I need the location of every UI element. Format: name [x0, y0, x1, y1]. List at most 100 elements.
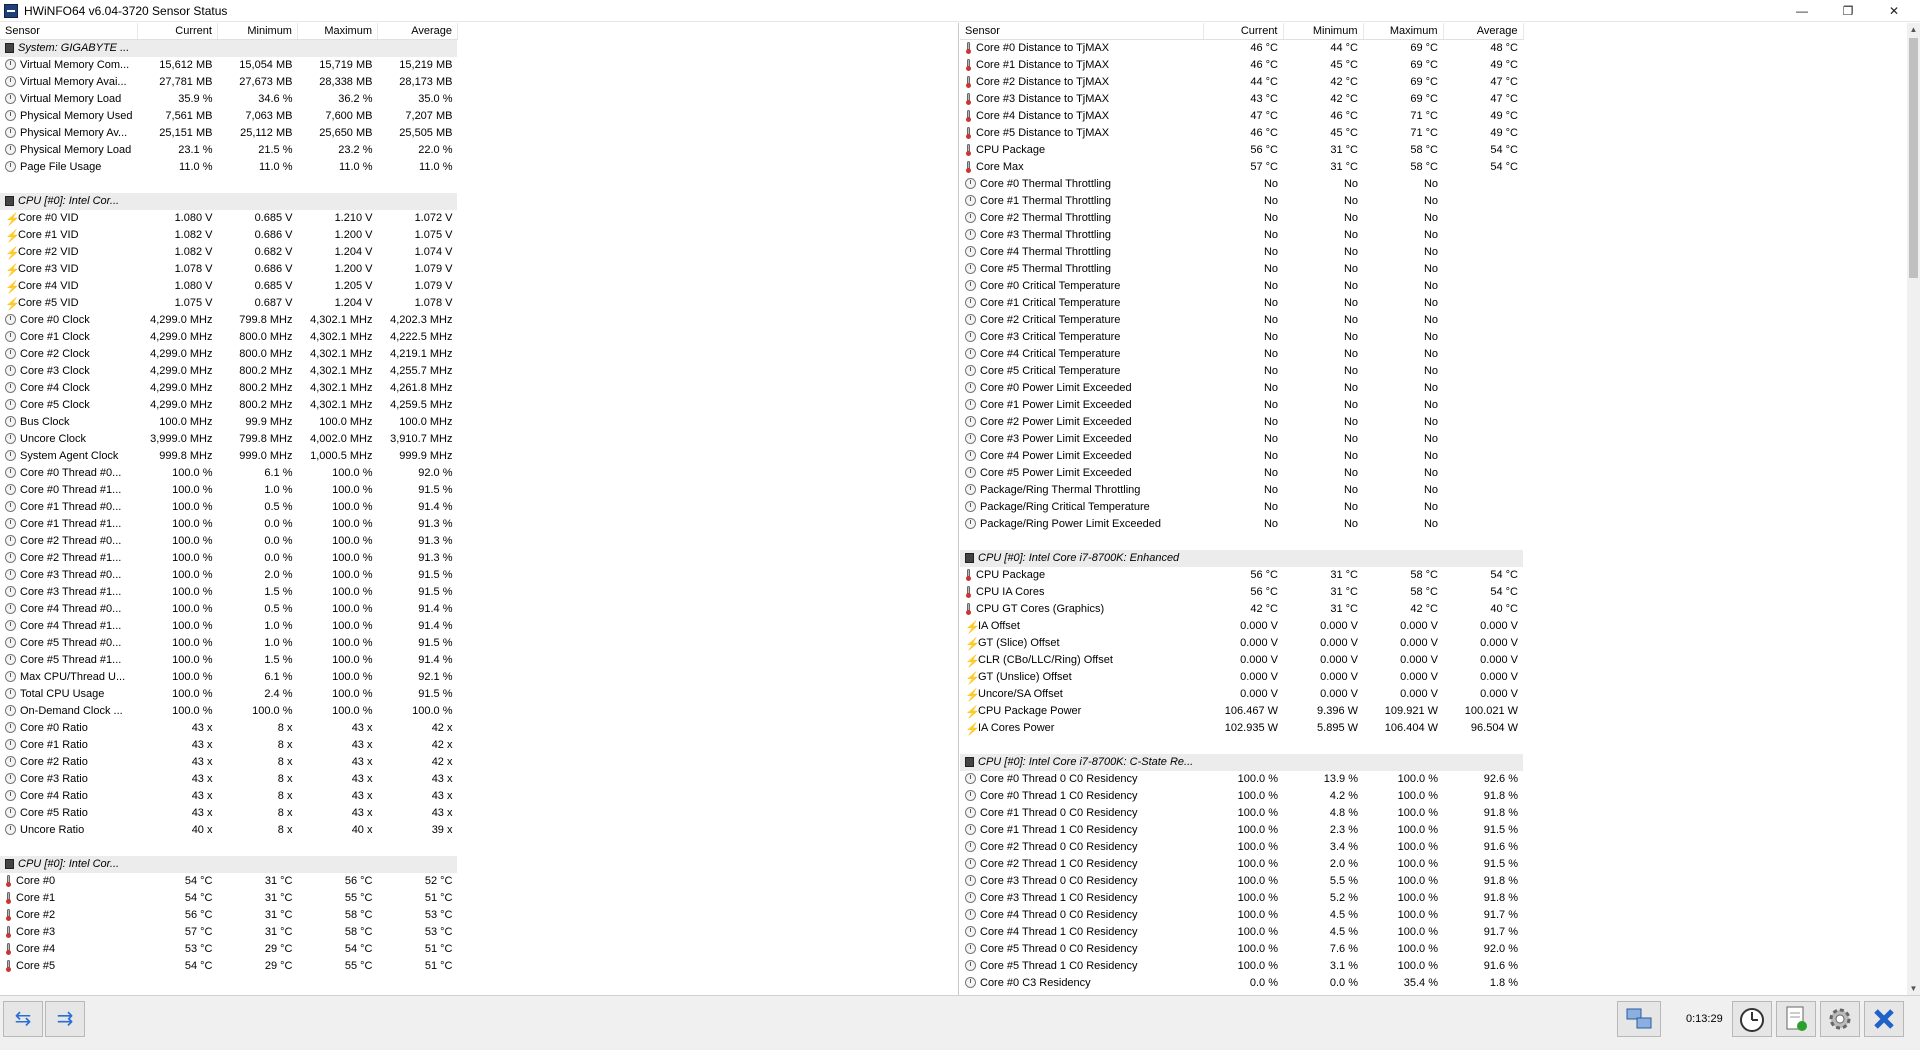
sensor-row[interactable]: Core #1 Clock 4,299.0 MHz 800.0 MHz 4,302.1… [0, 329, 457, 346]
col-header-maximum[interactable]: Maximum [297, 23, 378, 40]
col-header-maximum[interactable]: Maximum [1363, 23, 1444, 40]
col-header-minimum[interactable]: Minimum [217, 23, 298, 40]
sensor-group-row[interactable]: System: GIGABYTE ... [0, 39, 458, 57]
sensor-row[interactable]: Uncore Clock 3,999.0 MHz 799.8 MHz 4,002.0 … [0, 431, 457, 448]
sensor-row[interactable]: Core #2 Thread #1... 100.0 % 0.0 % 100.0 % 9… [0, 550, 457, 567]
sensor-row[interactable]: CPU Package 56 °C 31 °C 58 °C 54 °C [960, 142, 1523, 159]
sensor-row[interactable]: Core #0 C3 Residency 0.0 % 0.0 % 35.4 % 1.8 … [960, 975, 1523, 992]
timer-button[interactable] [1732, 1001, 1772, 1037]
scroll-down-arrow-icon[interactable]: ▼ [1907, 982, 1920, 995]
sensor-row[interactable]: Core #2 Critical Temperature No No No [960, 312, 1523, 329]
scrollbar-thumb[interactable] [1909, 38, 1918, 278]
sensor-row[interactable]: ⚡Core #3 VID 1.078 V 0.686 V 1.200 V 1.079 V [0, 261, 457, 278]
sensor-row[interactable]: Core #1 Thread 1 C0 Residency 100.0 % 2.3 … [960, 822, 1523, 839]
close-button[interactable] [1864, 1001, 1904, 1037]
close-window-button[interactable]: ✕ [1871, 0, 1917, 22]
sensor-group-row[interactable]: CPU [#0]: Intel Cor... [0, 193, 458, 210]
right-scrollbar[interactable]: ▲ ▼ [1907, 23, 1920, 995]
sensor-row[interactable]: Core #3 Thermal Throttling No No No [960, 227, 1523, 244]
sensor-row[interactable]: Core #3 57 °C 31 °C 58 °C 53 °C [0, 924, 457, 941]
sensor-row[interactable]: Core #1 Thread #0... 100.0 % 0.5 % 100.0 % 9… [0, 499, 457, 516]
sensor-row[interactable]: ⚡Core #4 VID 1.080 V 0.685 V 1.205 V 1.079 V [0, 278, 457, 295]
sensor-row[interactable]: Physical Memory Av... 25,151 MB 25,112 MB 2… [0, 125, 457, 142]
sensor-row[interactable]: ⚡Core #0 VID 1.080 V 0.685 V 1.210 V 1.072 V [0, 210, 457, 227]
sensor-row[interactable]: Core Max 57 °C 31 °C 58 °C 54 °C [960, 159, 1523, 176]
sensor-row[interactable]: ⚡CLR (CBo/LLC/Ring) Offset 0.000 V 0.000 V… [960, 652, 1523, 669]
sensor-row[interactable]: Core #1 Thread #1... 100.0 % 0.0 % 100.0 % 9… [0, 516, 457, 533]
sensor-row[interactable]: Core #5 Ratio 43 x 8 x 43 x 43 x [0, 805, 457, 822]
sensor-row[interactable]: Core #1 54 °C 31 °C 55 °C 51 °C [0, 890, 457, 907]
sensor-row[interactable]: ⚡IA Offset 0.000 V 0.000 V 0.000 V 0.000 V [960, 618, 1523, 635]
sensor-row[interactable]: Core #3 Thread 1 C0 Residency 100.0 % 5.2 … [960, 890, 1523, 907]
sensor-row[interactable]: Core #2 Thread #0... 100.0 % 0.0 % 100.0 % 9… [0, 533, 457, 550]
sensor-row[interactable]: Core #1 Thermal Throttling No No No [960, 193, 1523, 210]
sensor-row[interactable]: Core #2 Power Limit Exceeded No No No [960, 414, 1523, 431]
col-header-sensor[interactable]: Sensor [0, 23, 138, 40]
sensor-row[interactable]: CPU GT Cores (Graphics) 42 °C 31 °C 42 °C 40… [960, 601, 1523, 618]
sensor-row[interactable]: Core #4 53 °C 29 °C 54 °C 51 °C [0, 941, 457, 958]
sensor-row[interactable]: Virtual Memory Load 35.9 % 34.6 % 36.2 % 35.… [0, 91, 457, 108]
sensor-row[interactable]: Core #4 Thread #0... 100.0 % 0.5 % 100.0 % 9… [0, 601, 457, 618]
sensor-group-row[interactable]: CPU [#0]: Intel Core i7-8700K: Enhanced [960, 550, 1523, 567]
sensor-row[interactable]: Core #1 Power Limit Exceeded No No No [960, 397, 1523, 414]
sensor-row[interactable]: Core #1 Critical Temperature No No No [960, 295, 1523, 312]
sensor-row[interactable]: Core #0 Thermal Throttling No No No [960, 176, 1523, 193]
col-header-average[interactable]: Average [377, 23, 458, 40]
sensor-row[interactable]: Core #4 Thread 1 C0 Residency 100.0 % 4.5 … [960, 924, 1523, 941]
sensor-row[interactable]: Core #0 Critical Temperature No No No [960, 278, 1523, 295]
sensor-row[interactable]: ⚡Uncore/SA Offset 0.000 V 0.000 V 0.000 V 0.… [960, 686, 1523, 703]
col-header-current[interactable]: Current [137, 23, 218, 40]
sensor-row[interactable]: Core #0 Thread #0... 100.0 % 6.1 % 100.0 % 9… [0, 465, 457, 482]
sensor-row[interactable]: Core #0 Ratio 43 x 8 x 43 x 42 x [0, 720, 457, 737]
sensor-row[interactable]: ⚡IA Cores Power 102.935 W 5.895 W 106.404 W… [960, 720, 1523, 737]
sensor-row[interactable]: Core #5 Thermal Throttling No No No [960, 261, 1523, 278]
col-header-minimum[interactable]: Minimum [1283, 23, 1364, 40]
sensor-row[interactable]: ⚡GT (Slice) Offset 0.000 V 0.000 V 0.000 V 0… [960, 635, 1523, 652]
sensor-row[interactable]: Core #4 Critical Temperature No No No [960, 346, 1523, 363]
sensor-row[interactable]: CPU IA Cores 56 °C 31 °C 58 °C 54 °C [960, 584, 1523, 601]
sensor-row[interactable]: Core #2 Clock 4,299.0 MHz 800.0 MHz 4,302.1… [0, 346, 457, 363]
sensor-row[interactable]: Uncore Ratio 40 x 8 x 40 x 39 x [0, 822, 457, 839]
sensor-row[interactable]: Core #1 Thread 0 C0 Residency 100.0 % 4.8 … [960, 805, 1523, 822]
sensor-row[interactable]: Physical Memory Used 7,561 MB 7,063 MB 7,60… [0, 108, 457, 125]
sensor-row[interactable]: Package/Ring Power Limit Exceeded No No No [960, 516, 1523, 533]
sensor-row[interactable]: Page File Usage 11.0 % 11.0 % 11.0 % 11.0 % [0, 159, 457, 176]
sensor-row[interactable]: System Agent Clock 999.8 MHz 999.0 MHz 1,00… [0, 448, 457, 465]
sensor-row[interactable]: Bus Clock 100.0 MHz 99.9 MHz 100.0 MHz 100.0… [0, 414, 457, 431]
sensor-row[interactable]: On-Demand Clock ... 100.0 % 100.0 % 100.0 %… [0, 703, 457, 720]
sensor-row[interactable]: Total CPU Usage 100.0 % 2.4 % 100.0 % 91.5 % [0, 686, 457, 703]
sensor-row[interactable]: Core #5 Thread 1 C0 Residency 100.0 % 3.1 … [960, 958, 1523, 975]
sensor-row[interactable]: Core #3 Thread 0 C0 Residency 100.0 % 5.5 … [960, 873, 1523, 890]
sensor-row[interactable]: Core #3 Ratio 43 x 8 x 43 x 43 x [0, 771, 457, 788]
sensor-row[interactable]: ⚡Core #5 VID 1.075 V 0.687 V 1.204 V 1.078 V [0, 295, 457, 312]
sensor-row[interactable]: Core #4 Distance to TjMAX 47 °C 46 °C 71 °C… [960, 108, 1523, 125]
sensor-row[interactable]: Core #2 Thermal Throttling No No No [960, 210, 1523, 227]
sensor-row[interactable]: Core #3 Thread #1... 100.0 % 1.5 % 100.0 % 9… [0, 584, 457, 601]
sensor-row[interactable]: Core #0 Thread #1... 100.0 % 1.0 % 100.0 % 9… [0, 482, 457, 499]
sensor-row[interactable]: ⚡CPU Package Power 106.467 W 9.396 W 109.92… [960, 703, 1523, 720]
report-button[interactable] [1776, 1001, 1816, 1037]
sensor-row[interactable]: Core #5 Power Limit Exceeded No No No [960, 465, 1523, 482]
sensor-row[interactable]: Core #1 Distance to TjMAX 46 °C 45 °C 69 °C… [960, 57, 1523, 74]
sensor-row[interactable]: Core #0 Thread 0 C0 Residency 100.0 % 13.9… [960, 771, 1523, 788]
network-button[interactable] [1617, 1001, 1661, 1037]
sensor-row[interactable]: Core #5 54 °C 29 °C 55 °C 51 °C [0, 958, 457, 975]
sensor-row[interactable]: Core #3 Thread #0... 100.0 % 2.0 % 100.0 % 9… [0, 567, 457, 584]
sensor-row[interactable]: Virtual Memory Avai... 27,781 MB 27,673 MB… [0, 74, 457, 91]
sensor-row[interactable]: Core #4 Clock 4,299.0 MHz 800.2 MHz 4,302.1… [0, 380, 457, 397]
sensor-row[interactable]: Core #1 Ratio 43 x 8 x 43 x 42 x [0, 737, 457, 754]
sensor-row[interactable]: Core #4 Thread 0 C0 Residency 100.0 % 4.5 … [960, 907, 1523, 924]
sensor-row[interactable]: Core #0 Distance to TjMAX 46 °C 44 °C 69 °C… [960, 40, 1523, 58]
sensor-row[interactable]: Core #3 Power Limit Exceeded No No No [960, 431, 1523, 448]
sensor-row[interactable]: Core #5 Thread #0... 100.0 % 1.0 % 100.0 % 9… [0, 635, 457, 652]
sensor-row[interactable]: Core #4 Ratio 43 x 8 x 43 x 43 x [0, 788, 457, 805]
sensor-row[interactable]: Core #2 Distance to TjMAX 44 °C 42 °C 69 °C… [960, 74, 1523, 91]
sensor-row[interactable]: Core #0 Thread 1 C0 Residency 100.0 % 4.2 … [960, 788, 1523, 805]
sensor-row[interactable]: Package/Ring Critical Temperature No No No [960, 499, 1523, 516]
col-header-average[interactable]: Average [1443, 23, 1524, 40]
sensor-row[interactable]: Max CPU/Thread U... 100.0 % 6.1 % 100.0 % 92… [0, 669, 457, 686]
sensor-row[interactable]: Core #2 56 °C 31 °C 58 °C 53 °C [0, 907, 457, 924]
sensor-row[interactable]: Core #4 Power Limit Exceeded No No No [960, 448, 1523, 465]
sensor-row[interactable]: Core #3 Critical Temperature No No No [960, 329, 1523, 346]
right-sensor-panel[interactable]: Sensor Current Minimum Maximum Average C… [960, 23, 1907, 995]
